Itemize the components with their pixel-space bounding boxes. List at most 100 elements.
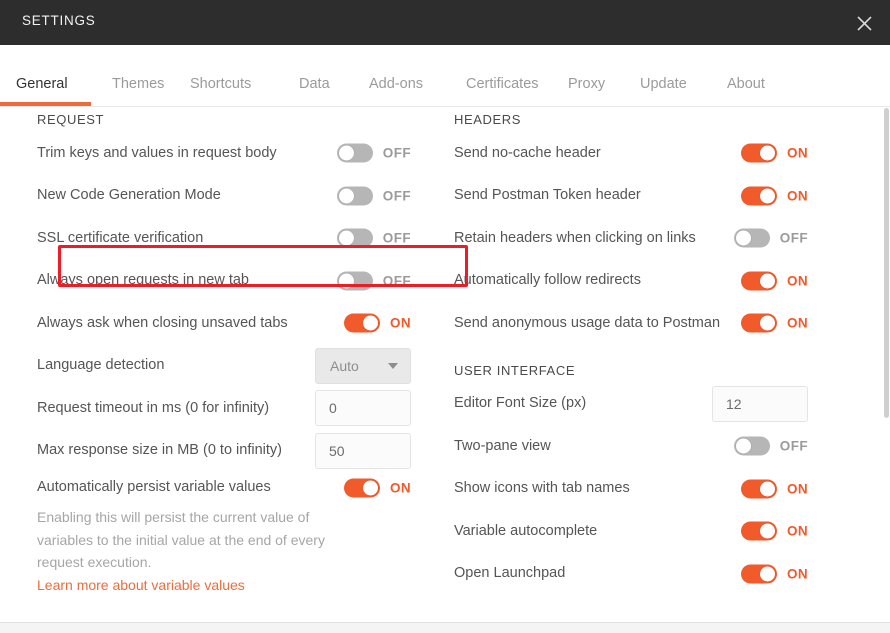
toggle-send-postman-token-header[interactable]: ON bbox=[740, 186, 808, 206]
tab-certificates[interactable]: Certificates bbox=[454, 76, 552, 107]
setting-row-always-ask-unsaved-tabs: Always ask when closing unsaved tabs ON bbox=[37, 302, 432, 345]
setting-label: Trim keys and values in request body bbox=[37, 144, 277, 161]
section-title-user-interface: USER INTERFACE bbox=[454, 362, 576, 378]
setting-label: SSL certificate verification bbox=[37, 229, 204, 246]
setting-control bbox=[315, 432, 411, 469]
setting-row-ssl-certificate-verification: SSL certificate verification OFF bbox=[37, 217, 432, 260]
setting-label: Retain headers when clicking on links bbox=[454, 229, 696, 246]
tab-themes[interactable]: Themes bbox=[91, 76, 190, 107]
setting-row-two-pane-view: Two-pane view OFF bbox=[454, 425, 849, 468]
settings-tabbar: General Themes Shortcuts Data Add-ons Certifi… bbox=[0, 45, 890, 107]
setting-label: New Code Generation Mode bbox=[37, 187, 221, 204]
tab-data[interactable]: Data bbox=[277, 76, 360, 107]
setting-row-max-response-size: Max response size in MB (0 to infinity) bbox=[37, 430, 432, 473]
setting-row-send-postman-token-header: Send Postman Token header ON bbox=[454, 175, 849, 218]
toggle-state-label: ON bbox=[786, 315, 808, 331]
toggle-state-label: ON bbox=[786, 145, 808, 161]
settings-window: SETTINGS General Themes Shortcuts Data Add-o… bbox=[0, 0, 890, 633]
section-title-request: REQUEST bbox=[37, 112, 105, 127]
scrollbar-thumb[interactable] bbox=[884, 108, 889, 418]
toggle-switch bbox=[740, 564, 777, 584]
window-titlebar: SETTINGS bbox=[0, 0, 890, 45]
headers-and-ui-column: HEADERS Send no-cache header ON Send Pos… bbox=[454, 108, 849, 595]
setting-label: Automatically follow redirects bbox=[454, 272, 641, 289]
setting-label: Automatically persist variable values bbox=[37, 479, 271, 496]
toggle-switch bbox=[343, 313, 380, 333]
toggle-persist-variable-values[interactable]: ON bbox=[343, 478, 411, 498]
toggle-state-label: ON bbox=[786, 566, 808, 582]
toggle-switch bbox=[336, 271, 373, 291]
setting-control: ON bbox=[740, 186, 808, 206]
background-page-bleed bbox=[0, 622, 890, 633]
setting-label: Always open requests in new tab bbox=[37, 272, 249, 289]
setting-label: Variable autocomplete bbox=[454, 522, 598, 539]
toggle-new-code-generation[interactable]: OFF bbox=[336, 186, 411, 206]
content-scrollbar[interactable] bbox=[883, 108, 890, 622]
select-value: Auto bbox=[330, 357, 359, 374]
setting-control: ON bbox=[740, 313, 808, 333]
toggle-anonymous-usage-data[interactable]: ON bbox=[740, 313, 808, 333]
setting-row-anonymous-usage-data: Send anonymous usage data to Postman ON bbox=[454, 302, 849, 345]
setting-control: OFF bbox=[336, 186, 411, 206]
setting-label: Open Launchpad bbox=[454, 565, 566, 582]
request-column: REQUEST Trim keys and values in request … bbox=[37, 108, 468, 595]
setting-row-persist-variable-values: Automatically persist variable values ON… bbox=[37, 472, 432, 595]
learn-more-variable-values-link[interactable]: Learn more about variable values bbox=[37, 577, 245, 593]
setting-row-trim-keys: Trim keys and values in request body OFF bbox=[37, 132, 432, 175]
setting-label: Send Postman Token header bbox=[454, 187, 641, 204]
language-detection-select[interactable]: Auto bbox=[315, 347, 411, 384]
toggle-state-label: OFF bbox=[779, 438, 808, 454]
setting-label: Request timeout in ms (0 for infinity) bbox=[37, 399, 270, 416]
setting-row-language-detection: Language detection Auto bbox=[37, 345, 432, 388]
toggle-switch bbox=[336, 143, 373, 163]
tab-shortcuts[interactable]: Shortcuts bbox=[190, 76, 277, 107]
toggle-two-pane-view[interactable]: OFF bbox=[733, 436, 808, 456]
toggle-always-open-new-tab[interactable]: OFF bbox=[336, 271, 411, 291]
toggle-send-no-cache-header[interactable]: ON bbox=[740, 143, 808, 163]
setting-control bbox=[712, 385, 808, 422]
setting-control: ON bbox=[740, 564, 808, 584]
setting-control: ON bbox=[343, 313, 411, 333]
toggle-switch bbox=[336, 186, 373, 206]
toggle-variable-autocomplete[interactable]: ON bbox=[740, 521, 808, 541]
tab-general[interactable]: General bbox=[0, 76, 91, 107]
window-title: SETTINGS bbox=[22, 13, 96, 28]
setting-control: Auto bbox=[315, 347, 411, 384]
toggle-follow-redirects[interactable]: ON bbox=[740, 271, 808, 291]
toggle-show-icons-tab-names[interactable]: ON bbox=[740, 479, 808, 499]
editor-font-size-input[interactable] bbox=[712, 385, 808, 422]
setting-label: Two-pane view bbox=[454, 437, 551, 454]
toggle-open-launchpad[interactable]: ON bbox=[740, 564, 808, 584]
toggle-ssl-certificate-verification[interactable]: OFF bbox=[336, 228, 411, 248]
request-timeout-input[interactable] bbox=[315, 390, 411, 427]
toggle-always-ask-unsaved-tabs[interactable]: ON bbox=[343, 313, 411, 333]
setting-control: ON bbox=[343, 478, 411, 498]
tab-update[interactable]: Update bbox=[633, 76, 717, 107]
toggle-state-label: OFF bbox=[382, 188, 411, 204]
setting-row-show-icons-tab-names: Show icons with tab names ON bbox=[454, 468, 849, 511]
toggle-switch bbox=[336, 228, 373, 248]
chevron-down-icon bbox=[388, 362, 398, 369]
toggle-switch bbox=[733, 228, 770, 248]
tab-proxy[interactable]: Proxy bbox=[552, 76, 633, 107]
close-icon bbox=[856, 15, 872, 31]
setting-label: Send anonymous usage data to Postman bbox=[454, 314, 721, 331]
setting-control: ON bbox=[740, 479, 808, 499]
toggle-switch bbox=[740, 521, 777, 541]
setting-row-request-timeout: Request timeout in ms (0 for infinity) bbox=[37, 387, 432, 430]
max-response-size-input[interactable] bbox=[315, 432, 411, 469]
tab-add-ons[interactable]: Add-ons bbox=[360, 76, 454, 107]
toggle-retain-headers[interactable]: OFF bbox=[733, 228, 808, 248]
setting-control: OFF bbox=[733, 228, 808, 248]
toggle-switch bbox=[740, 479, 777, 499]
toggle-switch bbox=[733, 436, 770, 456]
toggle-state-label: ON bbox=[786, 188, 808, 204]
toggle-state-label: ON bbox=[786, 481, 808, 497]
setting-label: Show icons with tab names bbox=[454, 480, 630, 497]
setting-row-retain-headers: Retain headers when clicking on links OF… bbox=[454, 217, 849, 260]
toggle-trim-keys[interactable]: OFF bbox=[336, 143, 411, 163]
toggle-state-label: OFF bbox=[779, 230, 808, 246]
close-button[interactable] bbox=[848, 7, 880, 39]
tab-about[interactable]: About bbox=[717, 76, 787, 107]
toggle-state-label: ON bbox=[786, 523, 808, 539]
